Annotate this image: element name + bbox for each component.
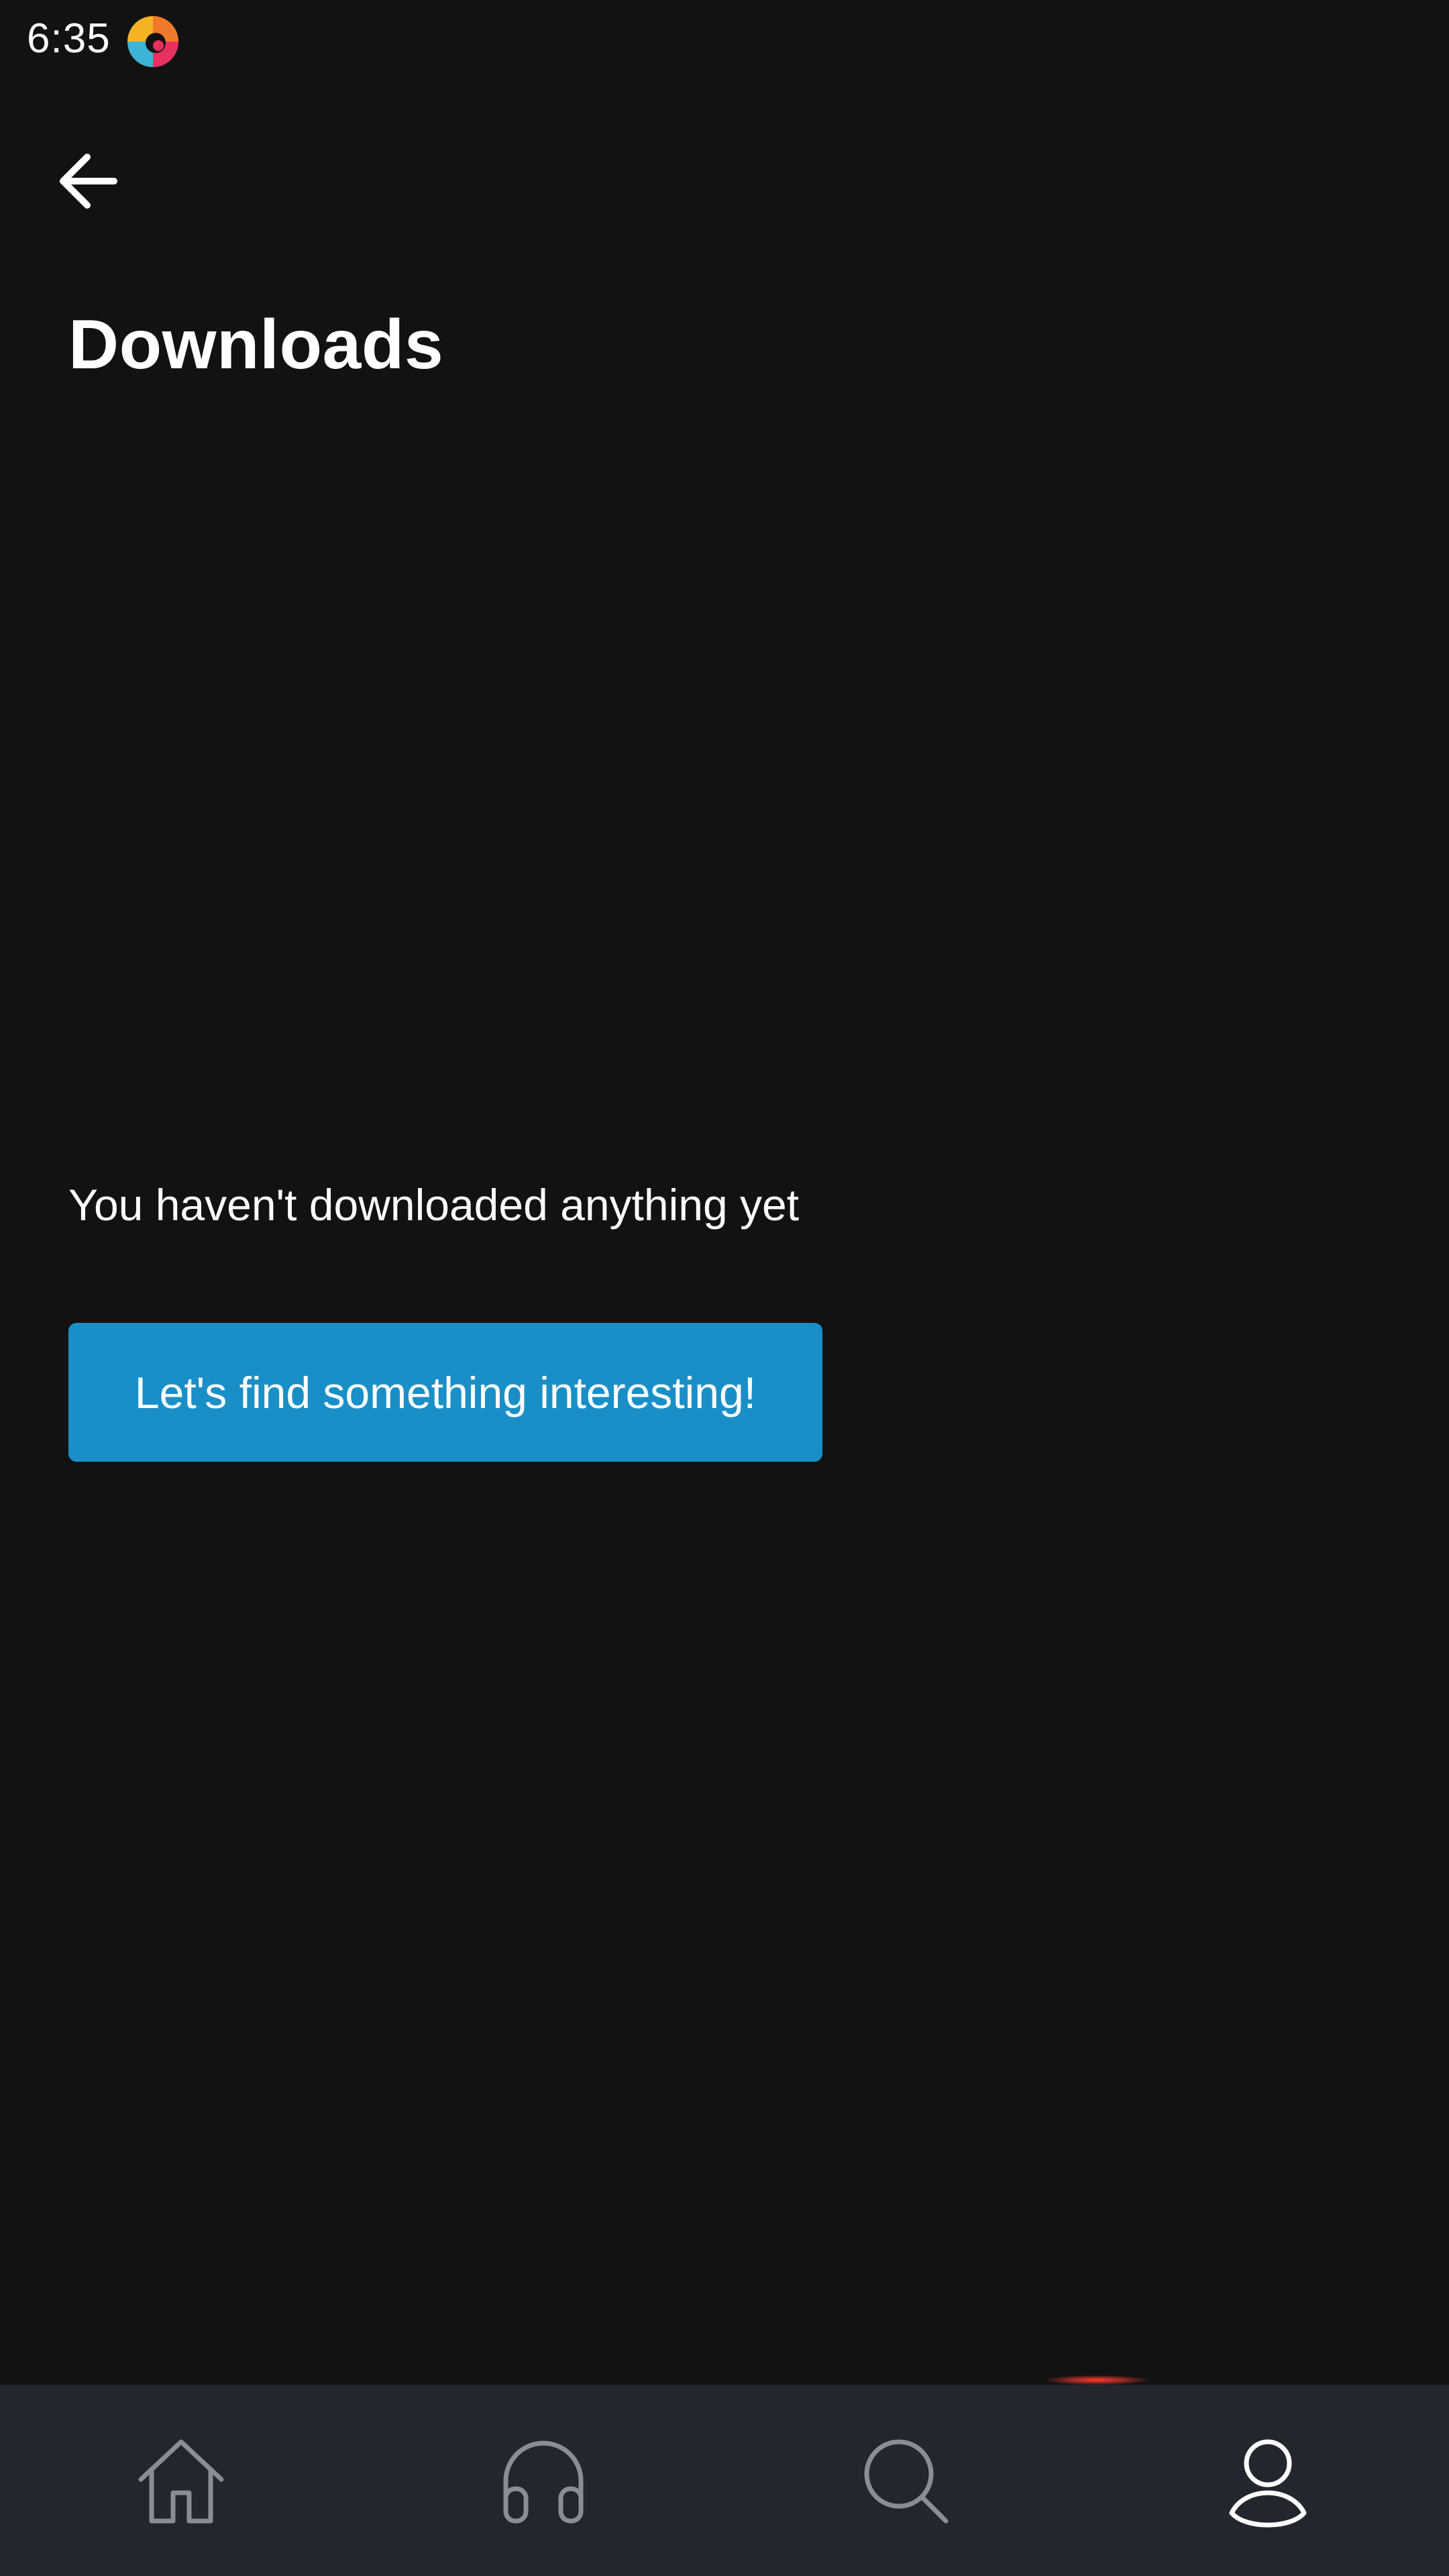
headphones-icon [503, 2440, 584, 2523]
nav-profile[interactable] [1087, 2385, 1449, 2576]
profile-icon [1229, 2439, 1307, 2527]
bottom-navigation [0, 2385, 1449, 2576]
nav-home[interactable] [0, 2385, 362, 2576]
active-tab-indicator [1046, 2375, 1147, 2385]
nav-listen[interactable] [362, 2385, 724, 2576]
arrow-left-icon [60, 154, 117, 209]
page-title: Downloads [68, 306, 444, 384]
find-content-button[interactable]: Let's find something interesting! [68, 1323, 822, 1462]
status-time: 6:35 [27, 15, 111, 62]
nav-search[interactable] [724, 2385, 1087, 2576]
home-icon [138, 2439, 224, 2523]
status-bar: 6:35 [0, 0, 1449, 84]
back-button[interactable] [47, 141, 134, 221]
empty-state-message: You haven't downloaded anything yet [68, 1180, 800, 1230]
search-icon [864, 2439, 949, 2523]
colorful-swirl-app-icon [125, 13, 181, 70]
downloads-screen: 6:35 Downloads You haven't downloaded an… [0, 0, 1449, 2576]
